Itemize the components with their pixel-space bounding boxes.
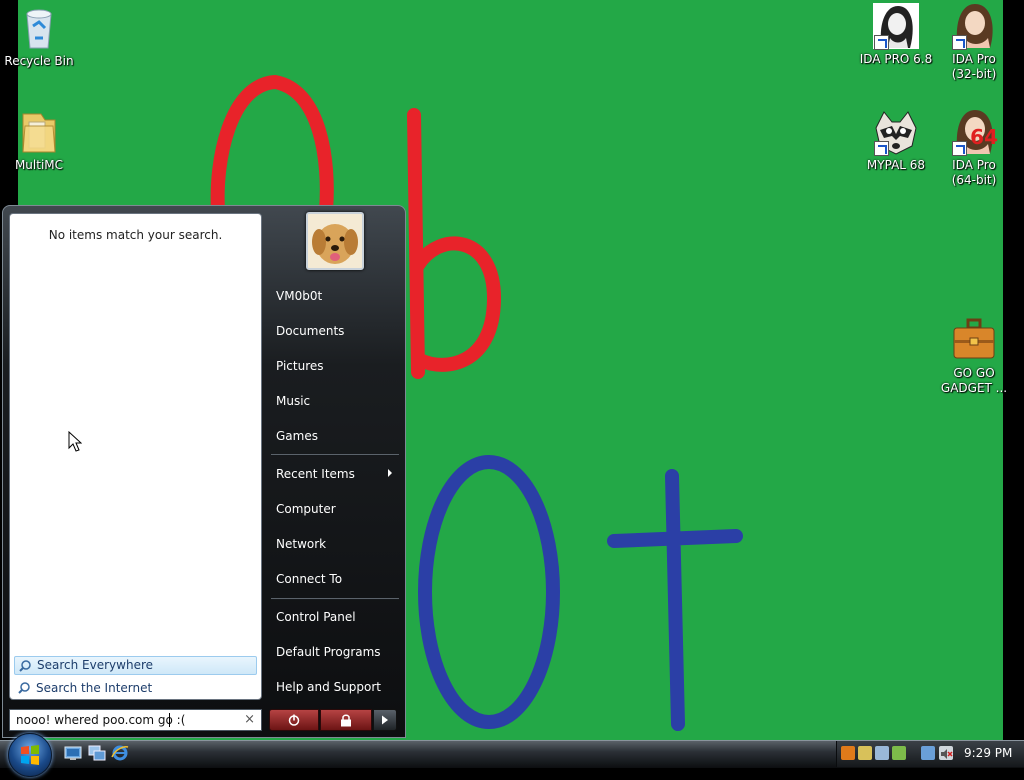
menu-separator (271, 454, 399, 456)
search-everywhere-option[interactable]: Search Everywhere (14, 656, 257, 675)
desktop-icon-label-line2: GADGET ... (940, 381, 1008, 395)
shutdown-options-button[interactable] (373, 709, 397, 731)
desktop-icon-go-go-gadget[interactable]: GO GO GADGET ... (934, 316, 1014, 396)
network-icon[interactable] (921, 746, 935, 760)
tray-app-icon[interactable] (858, 746, 872, 760)
power-icon (288, 714, 300, 726)
ida-portrait-icon (872, 2, 920, 50)
painted-letter-t-blue (607, 469, 743, 731)
text-caret (169, 713, 170, 727)
windows-logo-icon (21, 745, 39, 765)
clear-search-button[interactable]: × (244, 712, 255, 727)
desktop-icon-label-line1: GO GO (953, 366, 995, 380)
desktop-icon-ida-pro-32[interactable]: IDA Pro (32-bit) (934, 2, 1014, 82)
volume-muted-icon[interactable] (939, 746, 953, 760)
start-button[interactable] (8, 733, 52, 777)
magnifier-icon (18, 682, 30, 694)
search-everywhere-label: Search Everywhere (37, 658, 153, 672)
start-link-help-support[interactable]: Help and Support (276, 680, 381, 695)
tray-app-icon[interactable] (841, 746, 855, 760)
start-link-games[interactable]: Games (276, 429, 318, 444)
start-link-control-panel[interactable]: Control Panel (276, 610, 356, 625)
desktop-icon-label-line2: (32-bit) (951, 67, 997, 81)
shortcut-arrow-icon (874, 141, 889, 156)
ida-portrait-icon: 64 (950, 108, 998, 156)
folder-icon (15, 108, 63, 156)
64-badge: 64 (970, 125, 998, 149)
chevron-right-icon (382, 715, 388, 725)
power-button[interactable] (269, 709, 319, 731)
desktop-icon-multimc[interactable]: MultiMC (0, 108, 79, 173)
start-link-music[interactable]: Music (276, 394, 310, 409)
tray-app-icon[interactable] (875, 746, 889, 760)
menu-separator (271, 598, 399, 600)
show-desktop-icon[interactable] (64, 744, 82, 762)
shortcut-arrow-icon (874, 35, 889, 50)
desktop-icon-label: MYPAL 68 (866, 158, 926, 172)
start-link-default-programs[interactable]: Default Programs (276, 645, 381, 660)
desktop-icon-label-line1: IDA Pro (952, 158, 996, 172)
switch-windows-icon[interactable] (88, 744, 106, 762)
shortcut-arrow-icon (952, 141, 967, 156)
search-internet-option[interactable]: Search the Internet (14, 679, 257, 698)
start-link-pictures[interactable]: Pictures (276, 359, 324, 374)
mouse-cursor-icon (68, 431, 82, 452)
user-picture[interactable] (306, 212, 364, 270)
start-link-documents[interactable]: Documents (276, 324, 344, 339)
start-link-network[interactable]: Network (276, 537, 326, 552)
no-results-message: No items match your search. (48, 228, 223, 242)
painted-letter-o-red (210, 75, 334, 217)
desktop-icon-ida-pro-68[interactable]: IDA PRO 6.8 (856, 2, 936, 67)
start-search-input[interactable]: nooo! whered poo.com go :( × (9, 709, 262, 731)
lock-icon (341, 714, 351, 727)
start-menu: No items match your search. Search Every… (2, 205, 406, 738)
shortcut-arrow-icon (952, 35, 967, 50)
dog-avatar-icon (308, 214, 362, 268)
desktop-icon-ida-pro-64[interactable]: 64 IDA Pro (64-bit) (934, 108, 1014, 188)
tray-app-icon[interactable] (892, 746, 906, 760)
submenu-arrow-icon (388, 469, 392, 477)
search-internet-label: Search the Internet (36, 681, 153, 695)
desktop-icon-recycle-bin[interactable]: Recycle Bin (0, 4, 79, 69)
desktop-icon-label-line2: (64-bit) (951, 173, 997, 187)
start-link-computer[interactable]: Computer (276, 502, 336, 517)
desktop-icon-label-line1: IDA Pro (952, 52, 996, 66)
taskbar-clock[interactable]: 9:29 PM (964, 746, 1012, 760)
magnifier-icon (19, 660, 31, 672)
recycle-bin-icon (15, 4, 63, 52)
desktop-icon-mypal[interactable]: MYPAL 68 (856, 108, 936, 173)
raccoon-icon (872, 108, 920, 156)
desktop-icon-label: Recycle Bin (4, 54, 74, 68)
desktop-icon-label: IDA PRO 6.8 (859, 52, 933, 66)
lock-button[interactable] (320, 709, 372, 731)
start-link-user[interactable]: VM0b0t (276, 289, 322, 304)
painted-digit-0-blue (418, 455, 560, 729)
ida-portrait-icon (950, 2, 998, 50)
painted-letter-b-red (407, 108, 502, 379)
internet-explorer-icon[interactable] (111, 744, 129, 762)
start-link-recent-items[interactable]: Recent Items (276, 467, 355, 482)
briefcase-icon (950, 316, 998, 364)
start-link-connect-to[interactable]: Connect To (276, 572, 342, 587)
desktop-icon-label: MultiMC (14, 158, 64, 172)
search-query-text: nooo! whered poo.com go :( (16, 713, 186, 727)
search-results-pane: No items match your search. Search Every… (9, 213, 262, 700)
